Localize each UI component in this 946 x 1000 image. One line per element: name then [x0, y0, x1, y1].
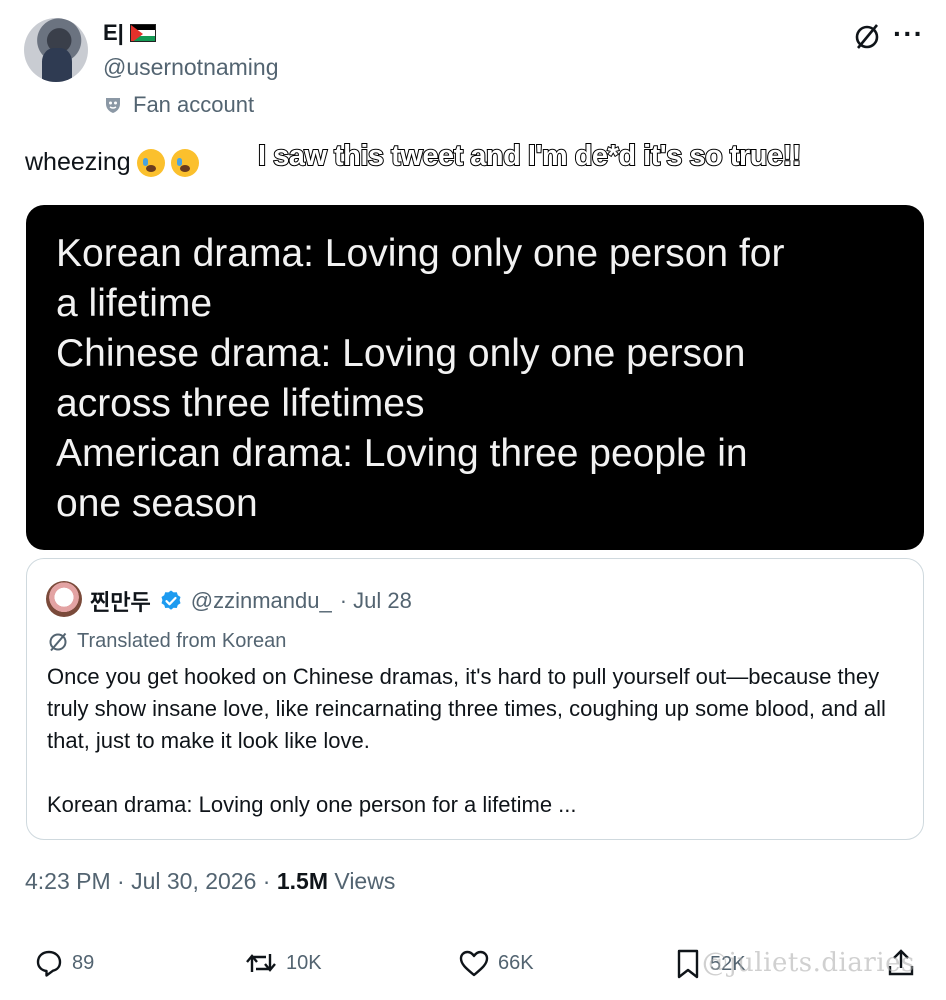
avatar[interactable] — [24, 18, 88, 82]
author-handle[interactable]: @usernotnaming — [103, 54, 279, 81]
repost-icon — [246, 954, 276, 972]
image-line: Korean drama: Loving only one person for — [56, 232, 785, 275]
crying-emoji-icon — [136, 148, 165, 177]
reply-icon — [36, 950, 62, 977]
quoted-paragraph: Korean drama: Loving only one person for… — [47, 792, 577, 817]
author-display-name[interactable]: E| — [103, 20, 156, 46]
verified-icon — [161, 590, 181, 610]
quoted-date: · Jul 28 — [339, 588, 412, 613]
translated-text: Translated from Korean — [77, 630, 287, 652]
palestine-flag-icon — [129, 24, 156, 42]
fan-account-label: Fan account — [133, 92, 255, 117]
views-label: Views — [328, 868, 396, 894]
like-count: 66K — [498, 951, 534, 974]
translate-icon — [49, 632, 67, 651]
translated-label: Translated from Korean — [47, 630, 286, 653]
repost-count: 10K — [286, 951, 322, 974]
reply-button[interactable]: 89 — [34, 948, 94, 978]
timestamp[interactable]: 4:23 PM · Jul 30, 2026 · — [25, 868, 277, 894]
quoted-body: Once you get hooked on Chinese dramas, i… — [47, 661, 907, 821]
tweet-text-content: wheezing — [25, 148, 131, 176]
image-text-block: Korean drama: Loving only one person for… — [56, 229, 896, 529]
quoted-header: 찐만두 @zzinmandu_ · Jul 28 — [90, 585, 412, 617]
like-button[interactable]: 66K — [458, 948, 534, 978]
fan-account-badge: Fan account — [103, 92, 254, 118]
image-line: American drama: Loving three people in — [56, 432, 748, 475]
timestamp-views: 4:23 PM · Jul 30, 2026 · 1.5M Views — [25, 868, 395, 895]
quoted-name[interactable]: 찐만두 — [90, 585, 151, 617]
quoted-tweet[interactable]: 찐만두 @zzinmandu_ · Jul 28 Translated from… — [26, 558, 924, 840]
watermark: @juliets.diaries — [702, 948, 915, 978]
tweet-image[interactable]: Korean drama: Loving only one person for… — [26, 205, 924, 550]
bookmark-icon — [677, 949, 699, 979]
image-line: a lifetime — [56, 282, 213, 325]
views-count: 1.5M — [276, 868, 328, 894]
more-icon[interactable]: ··· — [893, 18, 924, 50]
tweet-text: wheezing — [25, 148, 199, 177]
translate-icon[interactable] — [852, 22, 882, 57]
like-icon — [459, 950, 489, 977]
image-line: across three lifetimes — [56, 382, 425, 425]
author-name-text: E| — [103, 20, 124, 45]
reply-count: 89 — [72, 951, 95, 974]
overlay-caption: I saw this tweet and I'm de*d it's so tr… — [257, 139, 802, 173]
crying-emoji-icon — [170, 148, 199, 177]
quoted-paragraph: Once you get hooked on Chinese dramas, i… — [47, 664, 886, 753]
image-line: Chinese drama: Loving only one person — [56, 332, 746, 375]
quoted-avatar[interactable] — [46, 581, 82, 617]
quoted-handle[interactable]: @zzinmandu_ — [191, 588, 332, 614]
fan-mask-icon — [106, 98, 120, 113]
image-line: one season — [56, 482, 258, 525]
repost-button[interactable]: 10K — [244, 948, 322, 978]
